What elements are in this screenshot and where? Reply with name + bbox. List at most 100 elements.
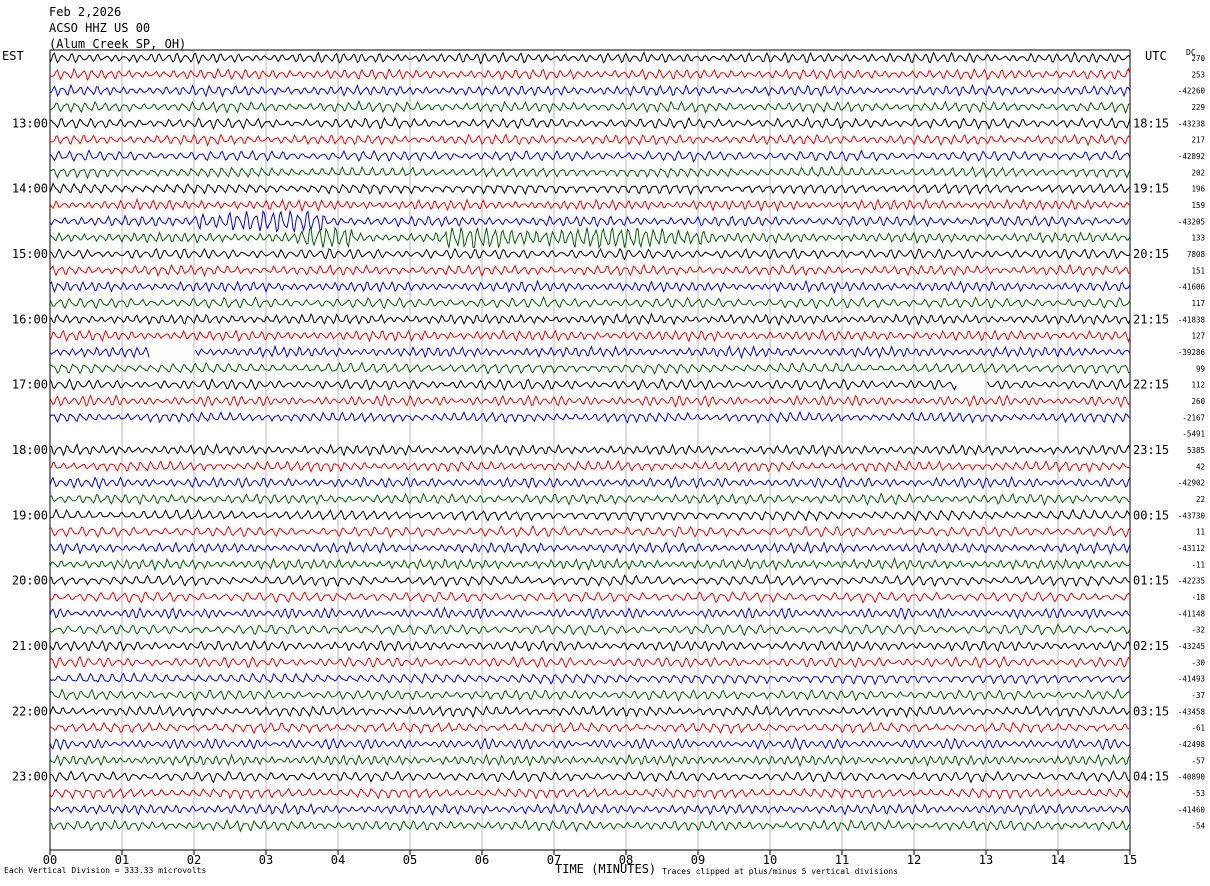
trace-offset-label: -41460 <box>1178 805 1206 814</box>
right-hour-label: 01:15 <box>1133 574 1169 588</box>
right-hour-label: 18:15 <box>1133 116 1169 130</box>
clip-note: Traces clipped at plus/minus 5 vertical … <box>662 867 899 876</box>
x-tick-label: 06 <box>475 853 489 867</box>
seismic-trace <box>49 475 1131 490</box>
trace-offset-label: 127 <box>1191 332 1205 341</box>
left-hour-label: 23:00 <box>12 770 48 784</box>
seismic-trace <box>49 279 1131 294</box>
seismic-trace <box>49 590 1131 604</box>
left-hour-label: 14:00 <box>12 182 48 196</box>
seismogram-plot: 00 01 02 03 04 05 06 07 08 09 10 11 12 13 14 15270253-4… <box>12 49 1206 867</box>
trace-offset-label: 253 <box>1191 70 1205 79</box>
seismic-trace <box>49 556 1131 572</box>
seismic-trace <box>49 574 1130 588</box>
seismic-trace <box>50 116 1131 131</box>
seismic-trace <box>49 312 1131 327</box>
x-tick-label: 12 <box>907 853 921 867</box>
trace-offset-label: -42235 <box>1178 577 1205 586</box>
right-hour-label: 00:15 <box>1133 508 1169 522</box>
seismic-trace <box>49 672 1131 686</box>
x-tick-label: 11 <box>835 853 849 867</box>
left-hour-label: 16:00 <box>12 312 48 326</box>
x-tick-label: 03 <box>259 853 273 867</box>
trace-offset-label: -40890 <box>1178 773 1206 782</box>
seismic-trace <box>49 639 1131 653</box>
right-hour-label: 22:15 <box>1133 378 1169 392</box>
trace-offset-label: -5491 <box>1182 430 1205 439</box>
trace-offset-label: -53 <box>1191 789 1205 798</box>
x-tick-label: 01 <box>115 853 129 867</box>
trace-offset-label: -42892 <box>1178 152 1205 161</box>
seismic-trace <box>49 149 1131 163</box>
seismic-trace <box>49 133 1131 147</box>
trace-offset-label: -32 <box>1191 626 1205 635</box>
right-hour-label: 21:15 <box>1133 312 1169 326</box>
seismic-trace <box>49 328 1131 344</box>
trace-offset-label: 42 <box>1196 462 1205 471</box>
seismic-trace <box>49 83 1131 98</box>
trace-offset-label: 151 <box>1191 266 1205 275</box>
trace-offset-label: -42498 <box>1178 740 1206 749</box>
trace-offset-label: -42260 <box>1178 87 1206 96</box>
trace-offset-label: -42902 <box>1178 479 1205 488</box>
seismic-trace <box>49 67 1131 81</box>
seismic-trace <box>49 769 1131 784</box>
trace-offset-label: -43205 <box>1178 217 1205 226</box>
trace-offset-label: -43458 <box>1178 707 1206 716</box>
seismic-trace <box>49 209 1131 233</box>
x-axis-label: TIME (MINUTES) <box>555 862 657 876</box>
seismic-trace <box>49 704 1131 719</box>
trace-offset-label: -54 <box>1191 822 1205 831</box>
x-tick-label: 05 <box>403 853 417 867</box>
left-hour-label: 19:00 <box>12 508 48 522</box>
trace-offset-label: -41606 <box>1178 283 1206 292</box>
trace-offset-label: 196 <box>1191 185 1205 194</box>
right-hour-label: 19:15 <box>1133 182 1169 196</box>
trace-offset-label: -41148 <box>1178 609 1206 618</box>
x-tick-label: 04 <box>331 853 345 867</box>
seismic-trace <box>49 524 1131 539</box>
seismic-trace <box>49 787 1131 801</box>
trace-offset-label: -43245 <box>1178 642 1205 651</box>
right-hour-label: 04:15 <box>1133 770 1169 784</box>
trace-offset-label: 22 <box>1196 495 1205 504</box>
seismic-trace <box>49 165 1131 180</box>
seismic-trace <box>49 721 1131 735</box>
trace-offset-label: 112 <box>1191 381 1205 390</box>
right-hour-label: 23:15 <box>1133 443 1169 457</box>
trace-offset-label: -41838 <box>1178 315 1206 324</box>
seismic-trace <box>49 442 1131 458</box>
right-hour-label: 20:15 <box>1133 247 1169 261</box>
right-hour-label: 03:15 <box>1133 704 1169 718</box>
x-tick-label: 02 <box>187 853 201 867</box>
trace-offset-label: 99 <box>1196 364 1205 373</box>
trace-offset-label: -61 <box>1191 724 1205 733</box>
trace-offset-label: 217 <box>1191 136 1205 145</box>
seismic-trace <box>49 410 1131 425</box>
x-tick-label: 00 <box>43 853 57 867</box>
trace-offset-label: -37 <box>1191 691 1205 700</box>
trace-offset-label: -2167 <box>1182 413 1205 422</box>
seismic-trace <box>49 753 1131 768</box>
scale-note: Each Vertical Division = 333.33 microvol… <box>4 866 207 875</box>
trace-offset-label: -11 <box>1191 560 1205 569</box>
trace-offset-label: 202 <box>1191 168 1205 177</box>
seismic-trace <box>49 818 1131 833</box>
seismic-trace <box>49 655 1131 670</box>
left-hour-label: 22:00 <box>12 704 48 718</box>
trace-offset-label: -41493 <box>1178 675 1205 684</box>
trace-offset-label: -43730 <box>1178 511 1206 520</box>
seismic-trace <box>49 688 1131 702</box>
x-tick-label: 09 <box>691 853 705 867</box>
trace-offset-label: -18 <box>1191 593 1205 602</box>
trace-offset-label: 11 <box>1196 528 1205 537</box>
trace-offset-label: -57 <box>1191 756 1205 765</box>
x-tick-label: 13 <box>979 853 993 867</box>
right-hour-label: 02:15 <box>1133 639 1169 653</box>
seismic-trace <box>49 508 1131 523</box>
trace-offset-label: 5385 <box>1187 446 1205 455</box>
x-tick-label: 14 <box>1051 853 1065 867</box>
left-hour-label: 20:00 <box>12 574 48 588</box>
left-hour-label: 17:00 <box>12 378 48 392</box>
left-hour-label: 18:00 <box>12 443 48 457</box>
